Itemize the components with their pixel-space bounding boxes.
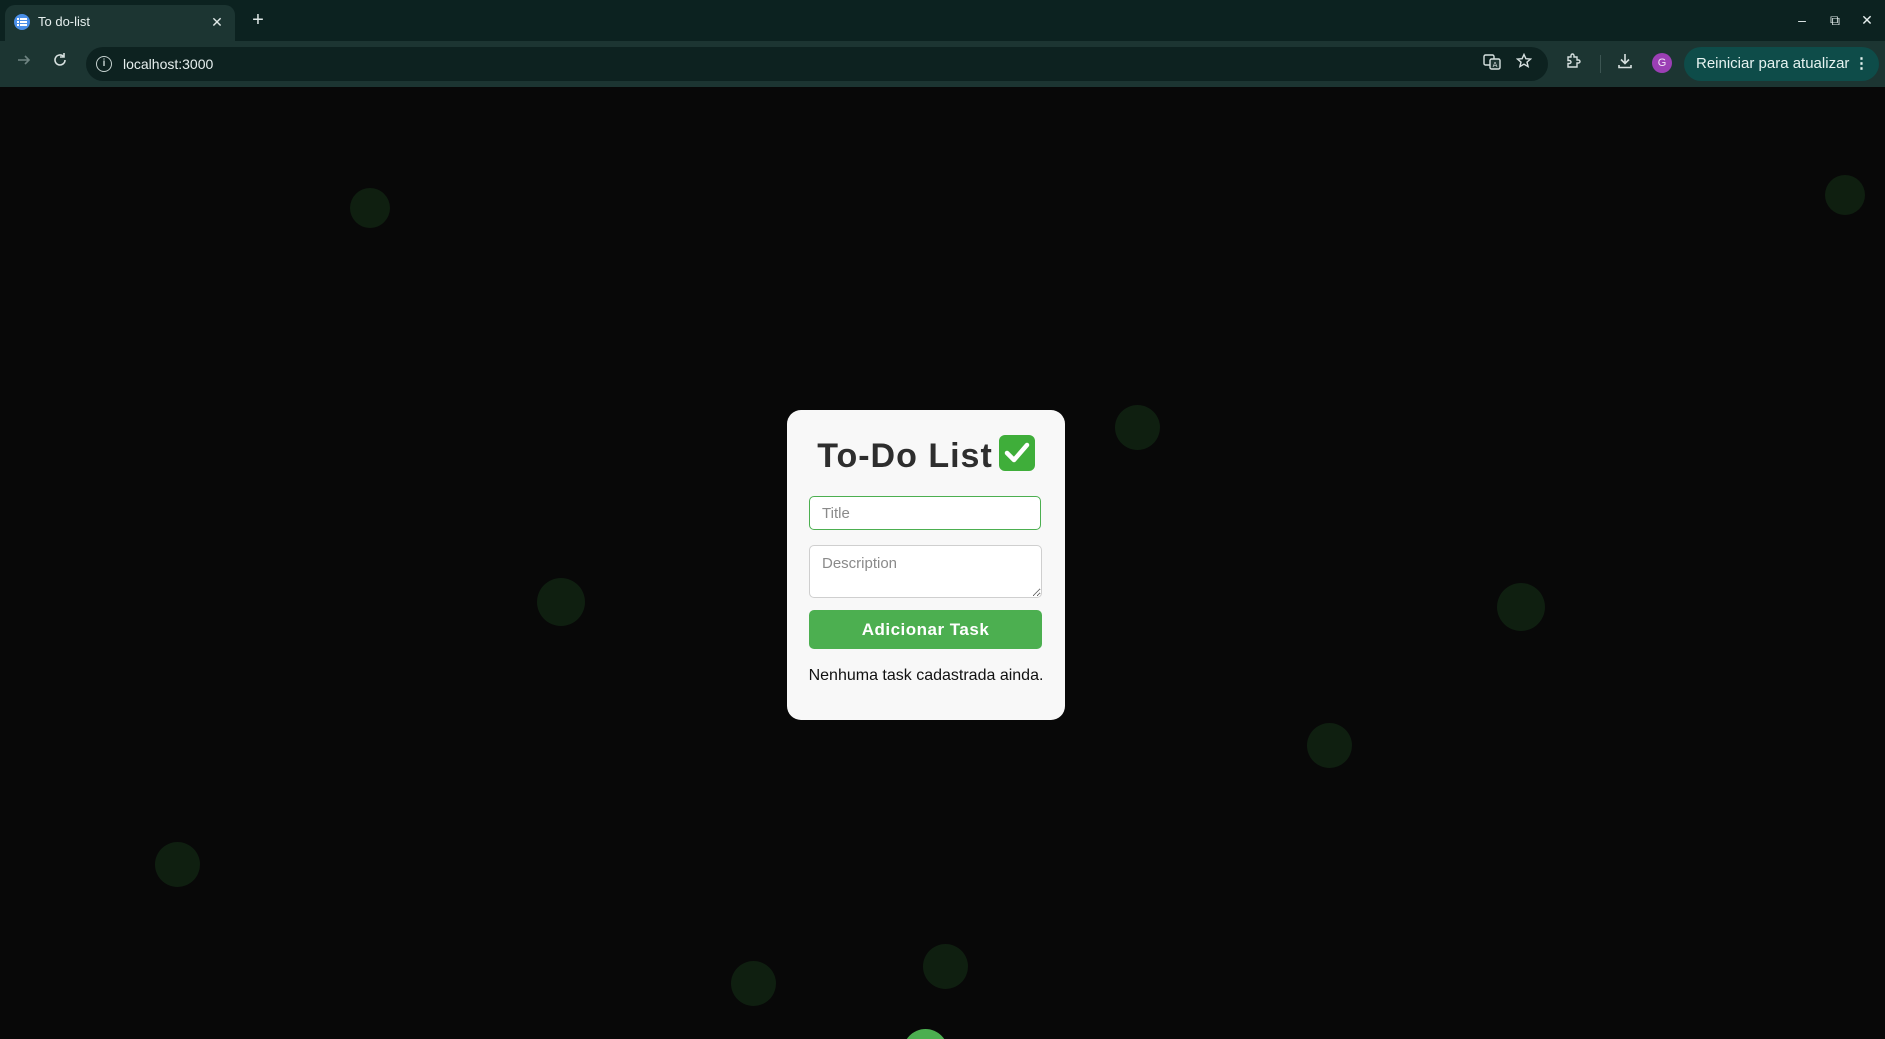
reload-icon[interactable] [48,52,72,76]
background-bubble [731,961,776,1006]
restart-to-update-button[interactable]: Reiniciar para atualizar ⋮ [1684,47,1879,81]
svg-text:A: A [1493,61,1498,69]
background-bubble [537,578,585,626]
description-textarea[interactable] [809,545,1042,598]
restart-to-update-label: Reiniciar para atualizar [1696,55,1850,72]
download-icon[interactable] [1613,52,1637,76]
background-bubble [1307,723,1352,768]
address-bar[interactable]: i localhost:3000 A [86,47,1548,81]
site-info-icon[interactable]: i [96,56,112,72]
background-bubble [923,944,968,989]
background-bubble [1497,583,1545,631]
address-url[interactable]: localhost:3000 [123,56,213,72]
menu-dots-icon[interactable]: ⋮ [1854,47,1869,81]
background-bubble [350,188,390,228]
background-bubble-bright [903,1029,948,1039]
check-mark-icon [998,435,1035,471]
browser-window: To do-list ✕ + – ⧉ ✕ i localhost:3000 A [0,0,1885,1039]
extensions-icon[interactable] [1562,52,1586,76]
background-bubble [1115,405,1160,450]
bookmark-star-icon[interactable] [1513,52,1535,75]
page-viewport: To-Do List Adicionar Task Nenhuma task c… [0,87,1885,1039]
empty-state-message: Nenhuma task cadastrada ainda. [808,667,1044,684]
page-title: To-Do List [787,435,1065,476]
add-task-button[interactable]: Adicionar Task [809,610,1042,649]
minimize-button[interactable]: – [1790,8,1814,32]
maximize-button[interactable]: ⧉ [1823,8,1847,32]
title-input[interactable] [809,496,1041,530]
forward-arrow-icon[interactable] [12,52,36,76]
tab-close-icon[interactable]: ✕ [207,12,227,32]
list-favicon-icon [14,14,30,30]
tab-todo-list[interactable]: To do-list ✕ [5,5,235,41]
page-title-text: To-Do List [817,437,993,475]
tab-strip: To do-list ✕ + – ⧉ ✕ [0,0,1885,41]
close-window-button[interactable]: ✕ [1855,8,1879,32]
tab-title: To do-list [38,14,91,29]
translate-icon[interactable]: A [1481,53,1503,75]
background-bubble [155,842,200,887]
profile-avatar[interactable]: G [1652,53,1672,73]
todo-card: To-Do List Adicionar Task Nenhuma task c… [787,410,1065,720]
browser-toolbar: i localhost:3000 A G Reiniciar para atua… [0,41,1885,87]
new-tab-button[interactable]: + [246,8,270,32]
background-bubble [1825,175,1865,215]
toolbar-separator [1600,55,1601,73]
